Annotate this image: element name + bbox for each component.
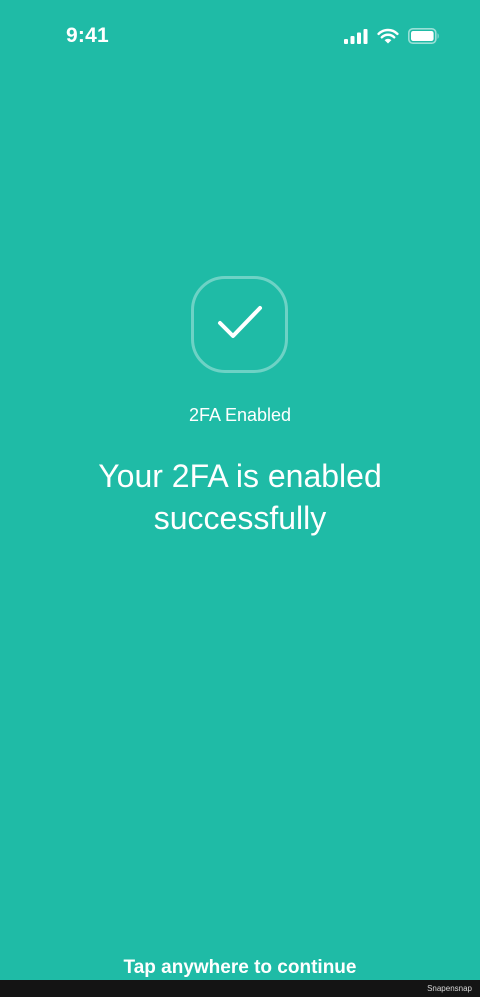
status-bar: 9:41	[0, 0, 480, 72]
checkmark-icon	[215, 302, 265, 347]
status-time: 9:41	[66, 24, 109, 47]
battery-icon	[408, 28, 440, 44]
tap-to-continue-hint[interactable]: Tap anywhere to continue	[0, 955, 480, 981]
success-screen[interactable]: 9:41 2FA Enabled Your 2FA is enabled suc…	[0, 0, 480, 997]
success-badge	[191, 276, 288, 373]
success-headline: Your 2FA is enabled successfully	[98, 458, 382, 536]
status-icons	[344, 26, 440, 46]
watermark: Snapensnap	[427, 984, 472, 993]
status-label: 2FA Enabled	[188, 405, 292, 425]
wifi-icon	[377, 28, 399, 44]
cellular-signal-icon	[344, 28, 368, 44]
bottom-bar: Snapensnap	[0, 980, 480, 997]
